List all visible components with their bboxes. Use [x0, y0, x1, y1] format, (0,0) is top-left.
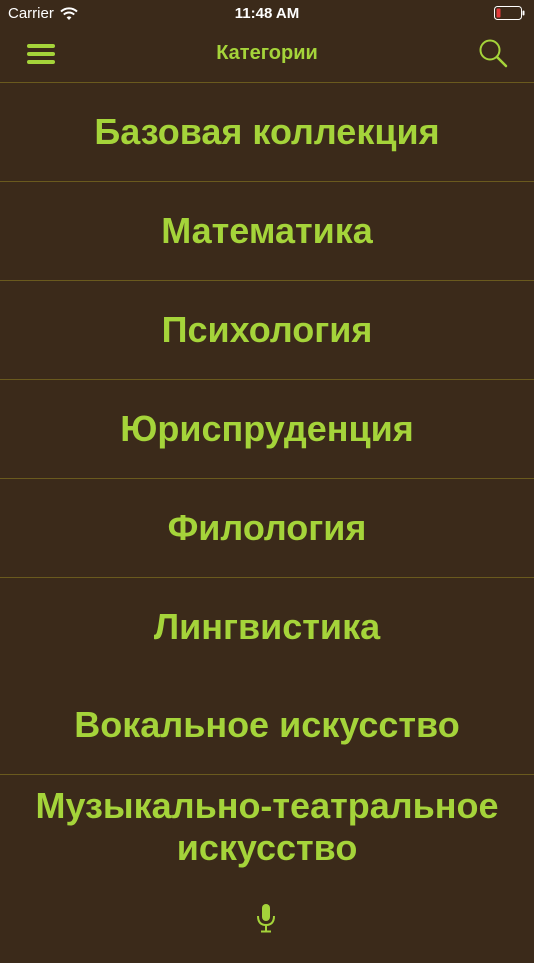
- category-label: Лингвистика: [153, 606, 381, 647]
- category-list: Базовая коллекция Математика Психология …: [0, 83, 534, 963]
- status-bar: Carrier 11:48 AM: [0, 0, 534, 28]
- category-item[interactable]: Психология: [0, 281, 534, 380]
- search-button[interactable]: [478, 38, 508, 70]
- category-label: Базовая коллекция: [94, 111, 440, 152]
- category-item[interactable]: Вокальное искусство: [0, 676, 534, 775]
- page-title: Категории: [216, 42, 318, 64]
- category-item[interactable]: Музыкально-театральное искусство: [0, 775, 534, 963]
- category-item[interactable]: Математика: [0, 182, 534, 281]
- category-item[interactable]: Базовая коллекция: [0, 83, 534, 182]
- category-item[interactable]: Филология: [0, 479, 534, 578]
- microphone-icon: [257, 904, 275, 933]
- category-label: Юриспруденция: [120, 408, 414, 449]
- battery-icon: [494, 6, 525, 20]
- category-item[interactable]: Юриспруденция: [0, 380, 534, 479]
- search-icon: [479, 39, 508, 68]
- status-time: 11:48 AM: [234, 5, 300, 22]
- category-item[interactable]: Лингвистика: [0, 578, 534, 676]
- voice-input-button[interactable]: [255, 902, 277, 934]
- category-label: Филология: [167, 507, 367, 548]
- category-label: Музыкально-театральное искусство: [35, 785, 499, 868]
- category-label: Математика: [161, 210, 373, 251]
- category-label: Психология: [161, 309, 373, 350]
- navigation-bar: Категории: [0, 28, 534, 83]
- category-label: Вокальное искусство: [74, 704, 460, 745]
